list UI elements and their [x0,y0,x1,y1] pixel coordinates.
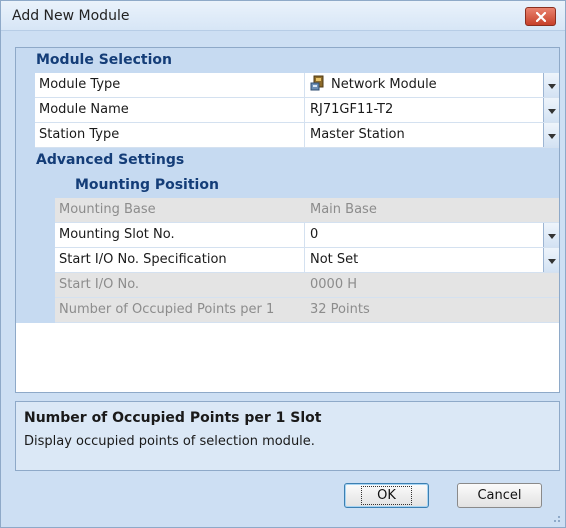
row-start-io: Start I/O No. 0000 H [55,273,559,298]
occupied-points-label: Number of Occupied Points per 1 [55,298,305,322]
row-mounting-base: Mounting Base Main Base [55,198,559,223]
row-module-type[interactable]: Module Type Network Module [35,73,559,98]
window-title: Add New Module [12,8,130,24]
mounting-slot-label: Mounting Slot No. [55,223,305,247]
section-title: Advanced Settings [36,152,185,168]
mounting-base-label: Mounting Base [55,198,305,222]
row-mounting-slot[interactable]: Mounting Slot No. 0 [55,223,559,248]
resize-grip-icon[interactable] [551,513,561,523]
description-title: Number of Occupied Points per 1 Slot [24,410,322,426]
row-station-type[interactable]: Station Type Master Station [35,123,559,148]
description-panel: Number of Occupied Points per 1 Slot Dis… [15,401,560,471]
ok-button[interactable]: OK [344,483,429,508]
start-io-label: Start I/O No. [55,273,305,297]
property-grid: Module Selection Module Type Network Mod… [15,47,560,393]
start-io-value: 0000 H [310,277,357,292]
description-text: Display occupied points of selection mod… [24,434,315,449]
module-name-dropdown-button[interactable] [543,98,559,122]
module-type-value: Network Module [305,73,559,97]
station-type-label: Station Type [35,123,305,147]
module-type-dropdown-button[interactable] [543,73,559,97]
row-start-io-specification[interactable]: Start I/O No. Specification Not Set [55,248,559,273]
station-type-value: Master Station [310,127,405,142]
cancel-button[interactable]: Cancel [457,483,542,508]
station-type-dropdown-button[interactable] [543,123,559,147]
row-occupied-points: Number of Occupied Points per 1 32 Point… [55,298,559,323]
module-type-label: Module Type [35,73,305,97]
ok-button-label: OK [361,486,412,505]
section-title: Mounting Position [75,177,219,193]
subsection-indent [35,198,55,323]
section-module-selection[interactable]: Module Selection [16,48,559,73]
start-io-spec-label: Start I/O No. Specification [55,248,305,272]
section-indent [16,173,35,323]
section-mounting-position[interactable]: Mounting Position [35,173,559,198]
section-advanced-settings[interactable]: Advanced Settings [16,148,559,173]
network-module-icon [310,75,324,91]
module-type-text: Network Module [331,77,437,92]
start-io-spec-dropdown-button[interactable] [543,248,559,272]
section-indent [16,73,35,148]
row-module-name[interactable]: Module Name RJ71GF11-T2 [35,98,559,123]
module-name-value: RJ71GF11-T2 [310,102,394,117]
mounting-base-value: Main Base [310,202,377,217]
close-button[interactable] [525,7,556,26]
add-new-module-dialog: Add New Module Module Selection Module T… [0,0,566,528]
mounting-slot-value: 0 [310,227,319,242]
close-x-icon [536,12,546,22]
title-bar[interactable]: Add New Module [1,1,565,31]
start-io-spec-value: Not Set [310,252,359,267]
module-name-label: Module Name [35,98,305,122]
mounting-slot-dropdown-button[interactable] [543,223,559,247]
occupied-points-value: 32 Points [310,302,370,317]
section-title: Module Selection [36,52,172,68]
